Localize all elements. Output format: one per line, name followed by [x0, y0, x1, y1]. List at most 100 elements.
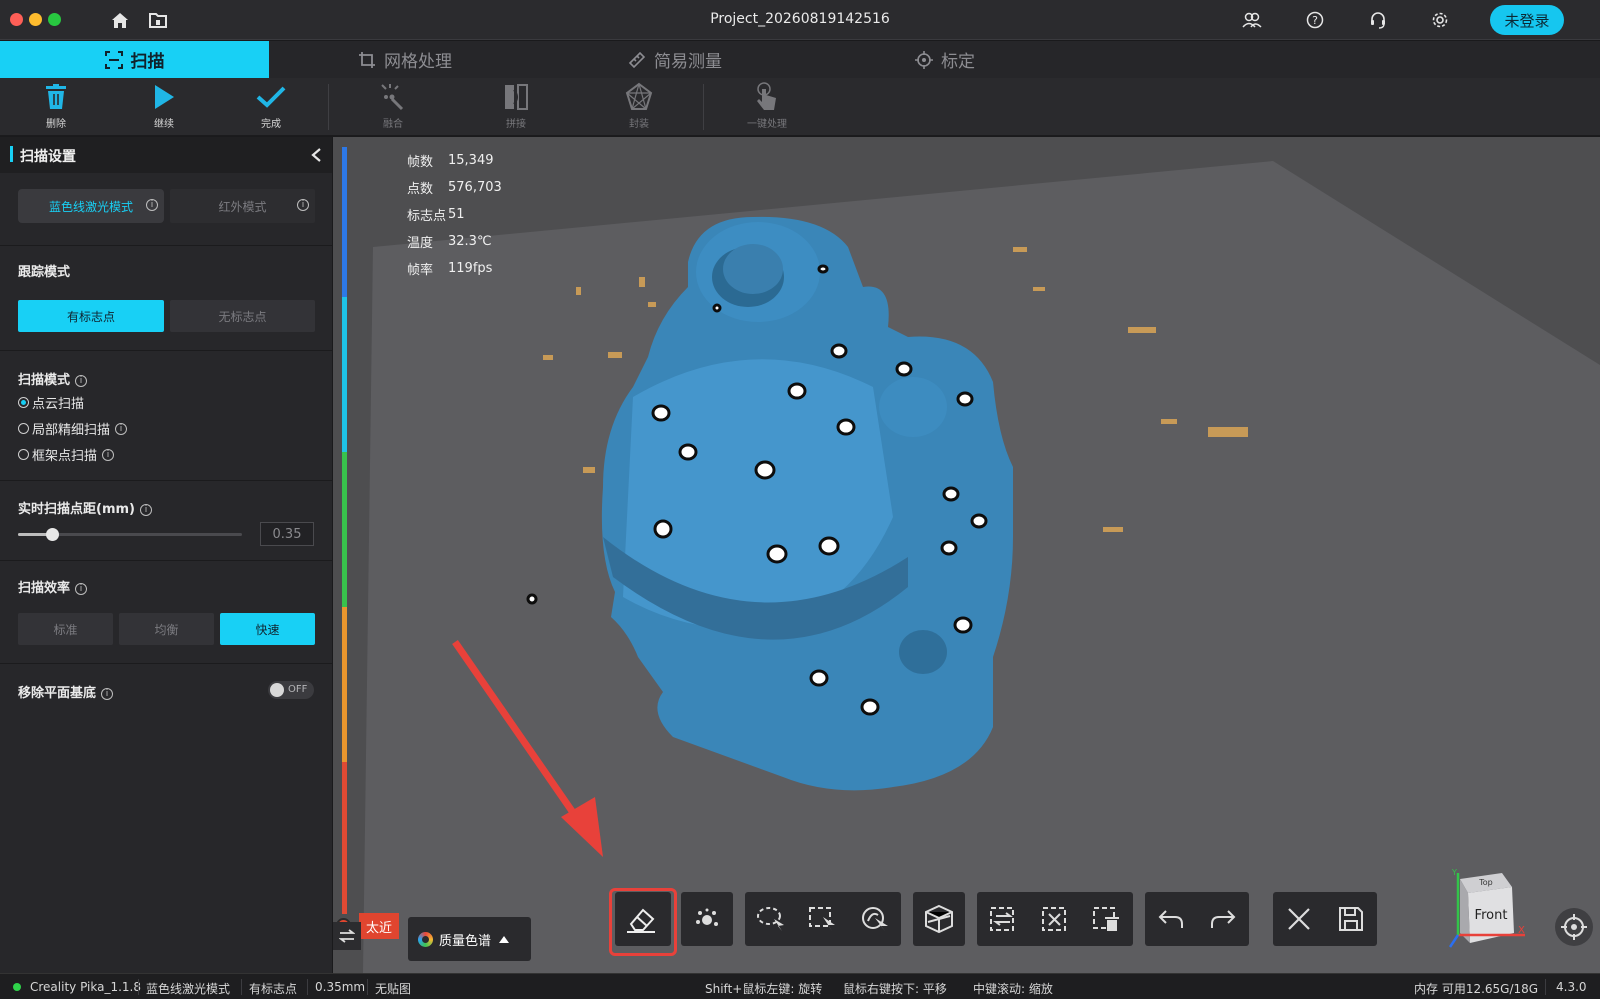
undo-button[interactable]	[1145, 892, 1197, 946]
cube-slice-icon	[925, 904, 953, 934]
brush-select-button[interactable]	[849, 892, 901, 946]
minimize-window-button[interactable]	[29, 13, 42, 26]
reset-view-button[interactable]	[1555, 908, 1593, 946]
info-icon[interactable]: i	[75, 583, 88, 595]
selection-edit-group	[977, 892, 1133, 946]
info-icon[interactable]: i	[146, 199, 158, 211]
mesh-star-icon	[625, 82, 653, 110]
lasso-icon	[757, 907, 784, 931]
point-distance-slider[interactable]	[18, 528, 242, 541]
slider-handle[interactable]	[45, 528, 59, 541]
hint-pan: 鼠标右键按下: 平移	[843, 982, 947, 996]
hand-pointer-icon	[757, 82, 776, 110]
tracking-no-markers-button[interactable]: 无标志点	[170, 300, 315, 332]
annotation-arrow	[452, 640, 603, 857]
lasso-select-button[interactable]	[745, 892, 797, 946]
crosshair-icon	[1561, 914, 1587, 940]
users-icon[interactable]	[1242, 10, 1262, 30]
efficiency-standard-button[interactable]: 标准	[18, 613, 113, 645]
info-icon[interactable]: i	[139, 504, 152, 516]
blue-laser-mode-button[interactable]: 蓝色线激光模式 i	[18, 189, 164, 223]
one-click-process-button[interactable]: 一键处理	[737, 80, 797, 134]
info-icon[interactable]: i	[115, 422, 128, 435]
collapse-chevron-icon[interactable]	[310, 147, 322, 163]
caret-up-icon	[499, 935, 510, 943]
info-icon[interactable]: i	[101, 688, 114, 700]
scan-settings-panel: 扫描设置 蓝色线激光模式 i 红外模式 i 跟踪模式 有标志点 无标志点 扫描模…	[0, 137, 332, 973]
delete-button[interactable]: 删除	[26, 80, 86, 134]
radio-icon	[18, 397, 29, 408]
info-icon[interactable]: i	[297, 199, 309, 211]
efficiency-balanced-button[interactable]: 均衡	[119, 613, 214, 645]
scan-mode-frame-point-radio[interactable]: 框架点扫描 i	[18, 445, 115, 464]
info-icon[interactable]: i	[75, 375, 88, 387]
device-status-dot	[13, 983, 21, 991]
point-tool-group	[681, 892, 733, 946]
invert-selection-button[interactable]	[977, 892, 1029, 946]
close-icon	[1288, 908, 1310, 930]
status-bar: Creality Pika_1.1.8 蓝色线激光模式 有标志点 0.35mm …	[0, 973, 1600, 999]
scan-mode-local-fine-radio[interactable]: 局部精细扫描 i	[18, 419, 128, 438]
scan-mode-title: 扫描模式 i	[18, 369, 88, 388]
home-icon[interactable]	[110, 10, 130, 30]
info-icon[interactable]: i	[102, 448, 115, 461]
delete-selection-button[interactable]	[1081, 892, 1133, 946]
stitch-button[interactable]: 拼接	[486, 80, 546, 134]
help-icon[interactable]: ?	[1305, 10, 1325, 30]
memory-usage: 内存 可用12.65G/18G	[1414, 982, 1539, 996]
scan-mode-point-cloud-radio[interactable]: 点云扫描	[18, 393, 84, 412]
title-bar: Project_20260819142516 ? 未登录	[0, 0, 1600, 40]
orientation-cube[interactable]: Top Front X Y	[1440, 867, 1525, 952]
play-icon	[155, 85, 174, 109]
rect-select-button[interactable]	[797, 892, 849, 946]
tab-scan[interactable]: 扫描	[0, 41, 269, 78]
folder-icon[interactable]	[148, 10, 168, 30]
plane-select-button[interactable]	[913, 892, 965, 946]
device-name: Creality Pika_1.1.8	[30, 980, 142, 994]
headset-icon[interactable]	[1368, 10, 1388, 30]
quality-spectrum-button[interactable]: 质量色谱	[408, 917, 531, 961]
finish-label: 完成	[261, 119, 281, 130]
tab-calibration[interactable]: 标定	[900, 41, 990, 78]
fuse-label: 融合	[383, 119, 403, 130]
clear-selection-button[interactable]	[1029, 892, 1081, 946]
continue-button[interactable]: 继续	[134, 80, 194, 134]
status-laser-mode: 蓝色线激光模式	[146, 982, 231, 996]
tracking-with-markers-button[interactable]: 有标志点	[18, 300, 164, 332]
blue-laser-mode-label: 蓝色线激光模式	[48, 199, 133, 214]
swap-view-button[interactable]	[333, 922, 361, 950]
point-distance-title-text: 实时扫描点距(mm)	[18, 502, 135, 517]
point-distance-value[interactable]: 0.35	[260, 522, 314, 546]
status-tracking: 有标志点	[249, 982, 298, 996]
window-title: Project_20260819142516	[710, 11, 890, 27]
fuse-button[interactable]: 融合	[363, 80, 423, 134]
maximize-window-button[interactable]	[48, 13, 61, 26]
remove-plane-base-toggle[interactable]: OFF	[268, 681, 314, 699]
point-select-button[interactable]	[681, 892, 733, 946]
redo-button[interactable]	[1197, 892, 1249, 946]
finish-button[interactable]: 完成	[241, 80, 301, 134]
efficiency-fast-button[interactable]: 快速	[220, 613, 315, 645]
infrared-mode-label: 红外模式	[218, 199, 267, 214]
toggle-state: OFF	[288, 684, 308, 695]
tab-label: 标定	[941, 52, 975, 72]
close-window-button[interactable]	[10, 13, 23, 26]
scan-mode-title-text: 扫描模式	[18, 373, 71, 388]
cube-front-label: Front	[1475, 908, 1508, 923]
tracking-mode-title: 跟踪模式	[18, 265, 71, 280]
3d-viewport[interactable]: 帧数 15,349 点数 576,703 标志点 51 温度 32.3℃ 帧率 119fp…	[333, 137, 1600, 973]
save-icon	[1339, 907, 1363, 931]
save-edit-button[interactable]	[1325, 892, 1377, 946]
color-wheel-icon	[418, 931, 433, 947]
login-button[interactable]: 未登录	[1490, 5, 1564, 35]
commit-group	[1273, 892, 1377, 946]
tab-label: 简易测量	[654, 52, 722, 72]
tab-mesh-processing[interactable]: 网格处理	[340, 41, 470, 78]
encapsulate-button[interactable]: 封装	[609, 80, 669, 134]
dots-icon	[696, 908, 718, 926]
infrared-mode-button[interactable]: 红外模式 i	[170, 189, 315, 223]
tab-simple-measure[interactable]: 简易测量	[610, 41, 740, 78]
gear-icon[interactable]	[1430, 10, 1450, 30]
panel-title: 扫描设置	[20, 149, 76, 165]
cancel-edit-button[interactable]	[1273, 892, 1325, 946]
